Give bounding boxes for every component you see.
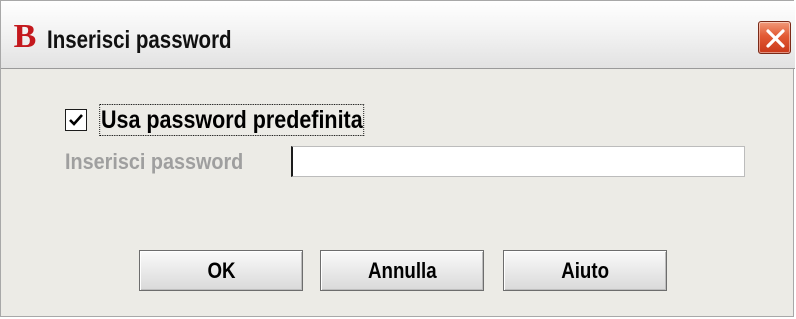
use-default-password-label[interactable]: Usa password predefinita	[99, 104, 365, 136]
password-input[interactable]	[291, 146, 745, 177]
help-button[interactable]: Aiuto	[503, 250, 667, 291]
help-button-label: Aiuto	[561, 258, 609, 283]
use-default-password-checkbox[interactable]	[65, 109, 87, 131]
title-bar[interactable]: B Inserisci password	[1, 1, 795, 69]
cancel-button-label: Annulla	[367, 258, 437, 283]
cancel-button[interactable]: Annulla	[320, 250, 484, 291]
app-logo-icon: B	[13, 18, 37, 55]
password-label: Inserisci password	[65, 149, 244, 174]
dialog-title: Inserisci password	[47, 26, 232, 54]
check-icon	[69, 114, 83, 126]
ok-button-label: OK	[206, 258, 236, 283]
ok-button[interactable]: OK	[139, 250, 303, 291]
close-icon	[766, 29, 785, 48]
close-button[interactable]	[758, 21, 791, 54]
password-dialog: B Inserisci password Usa password predef…	[0, 0, 795, 317]
